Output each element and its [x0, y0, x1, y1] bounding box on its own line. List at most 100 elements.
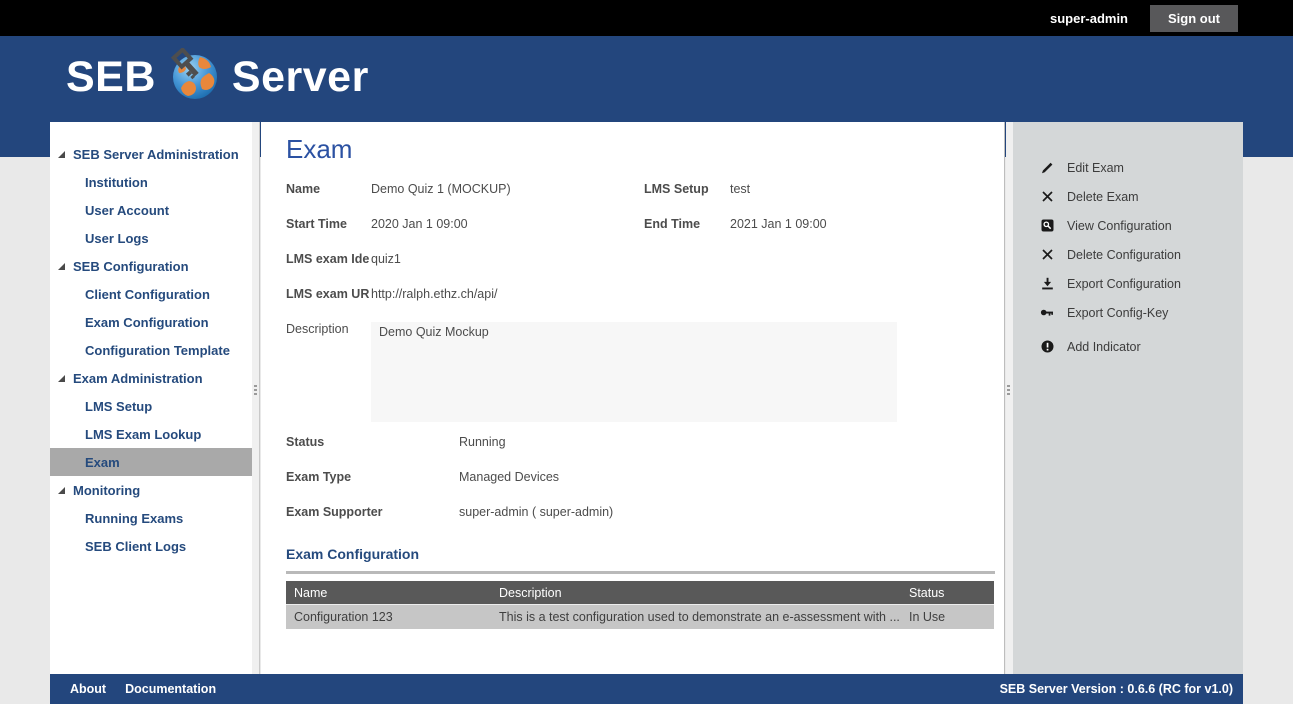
column-header-name: Name — [286, 581, 491, 605]
exam-type-label: Exam Type — [286, 470, 459, 485]
export-config-key-action[interactable]: Export Config-Key — [1013, 298, 1243, 327]
sidebar-item-monitoring[interactable]: Monitoring — [50, 476, 252, 504]
name-value: Demo Quiz 1 (MOCKUP) — [371, 182, 644, 197]
table-row[interactable]: Configuration 123 This is a test configu… — [286, 605, 994, 630]
sidebar-item-label: LMS Exam Lookup — [85, 427, 201, 442]
scrollbar-grip[interactable] — [1007, 385, 1010, 397]
about-link[interactable]: About — [70, 682, 106, 696]
exam-supporter-value: super-admin ( super-admin) — [459, 505, 989, 520]
sidebar-item-label: Exam — [85, 455, 120, 470]
add-indicator-action[interactable]: Add Indicator — [1013, 332, 1243, 361]
end-time-value: 2021 Jan 1 09:00 — [730, 217, 989, 232]
sidebar-item-label: Client Configuration — [85, 287, 210, 302]
brand-seb-text: SEB — [66, 53, 156, 102]
column-header-status: Status — [901, 581, 994, 605]
action-label: Delete Exam — [1067, 190, 1139, 204]
key-icon — [1040, 306, 1054, 320]
action-label: Add Indicator — [1067, 340, 1141, 354]
sidebar-item-label: SEB Configuration — [73, 259, 189, 274]
sidebar-resize-sash[interactable] — [252, 122, 260, 674]
sidebar-item-seb-configuration[interactable]: SEB Configuration — [50, 252, 252, 280]
table-header-row: Name Description Status — [286, 581, 994, 605]
lms-exam-identifier-label: LMS exam Ide — [286, 252, 371, 267]
sidebar-item-label: Exam Configuration — [85, 315, 209, 330]
column-header-description: Description — [491, 581, 901, 605]
documentation-link[interactable]: Documentation — [125, 682, 216, 696]
exam-detail-panel: Exam Name Demo Quiz 1 (MOCKUP) LMS Setup… — [261, 122, 1005, 674]
sidebar-item-seb-server-administration[interactable]: SEB Server Administration — [50, 140, 252, 168]
exam-supporter-label: Exam Supporter — [286, 505, 459, 520]
sidebar-item-lms-setup[interactable]: LMS Setup — [50, 392, 252, 420]
start-time-value: 2020 Jan 1 09:00 — [371, 217, 644, 232]
expand-icon[interactable] — [57, 486, 66, 495]
description-label: Description — [286, 322, 371, 422]
sidebar-item-label: Configuration Template — [85, 343, 230, 358]
action-label: Edit Exam — [1067, 161, 1124, 175]
field-row: Start Time 2020 Jan 1 09:00 End Time 202… — [286, 217, 989, 232]
sidebar-item-label: Institution — [85, 175, 148, 190]
pencil-icon — [1040, 161, 1054, 175]
edit-exam-action[interactable]: Edit Exam — [1013, 153, 1243, 182]
expand-icon[interactable] — [57, 262, 66, 271]
sidebar-item-label: SEB Server Administration — [73, 147, 239, 162]
status-label: Status — [286, 435, 459, 450]
exam-configuration-section-title: Exam Configuration — [286, 546, 989, 562]
sidebar-item-institution[interactable]: Institution — [50, 168, 252, 196]
sidebar-item-exam-administration[interactable]: Exam Administration — [50, 364, 252, 392]
field-row: LMS exam Ide quiz1 — [286, 252, 989, 267]
exclamation-icon — [1040, 340, 1054, 354]
lms-exam-identifier-value: quiz1 — [371, 252, 989, 267]
name-label: Name — [286, 182, 371, 197]
sidebar-item-user-logs[interactable]: User Logs — [50, 224, 252, 252]
export-configuration-action[interactable]: Export Configuration — [1013, 269, 1243, 298]
exam-type-value: Managed Devices — [459, 470, 989, 485]
sidebar-item-lms-exam-lookup[interactable]: LMS Exam Lookup — [50, 420, 252, 448]
sign-out-button[interactable]: Sign out — [1150, 5, 1238, 32]
view-configuration-icon — [1040, 219, 1054, 233]
sidebar-item-label: SEB Client Logs — [85, 539, 186, 554]
expand-icon[interactable] — [57, 374, 66, 383]
exam-configuration-table: Name Description Status Configuration 12… — [286, 581, 994, 629]
top-bar: super-admin Sign out — [0, 0, 1293, 36]
config-description-cell: This is a test configuration used to dem… — [491, 605, 901, 630]
action-label: View Configuration — [1067, 219, 1172, 233]
field-row: Exam Type Managed Devices — [286, 470, 989, 485]
sidebar-item-exam[interactable]: Exam — [50, 448, 252, 476]
sidebar-item-user-account[interactable]: User Account — [50, 196, 252, 224]
action-label: Export Config-Key — [1067, 306, 1168, 320]
action-label: Delete Configuration — [1067, 248, 1181, 262]
sidebar-item-label: Monitoring — [73, 483, 140, 498]
sidebar-item-label: User Logs — [85, 231, 149, 246]
view-configuration-action[interactable]: View Configuration — [1013, 211, 1243, 240]
sidebar-item-configuration-template[interactable]: Configuration Template — [50, 336, 252, 364]
delete-exam-action[interactable]: Delete Exam — [1013, 182, 1243, 211]
x-icon — [1040, 248, 1054, 262]
lms-exam-url-label: LMS exam UR — [286, 287, 371, 302]
sidebar-item-seb-client-logs[interactable]: SEB Client Logs — [50, 532, 252, 560]
section-divider — [286, 571, 995, 574]
logged-in-username: super-admin — [1050, 11, 1128, 26]
seb-server-app: super-admin Sign out SEB — [0, 0, 1293, 704]
action-panel: Edit Exam Delete Exam View Configuration… — [1013, 122, 1243, 674]
brand-server-text: Server — [232, 53, 369, 102]
sidebar-item-client-configuration[interactable]: Client Configuration — [50, 280, 252, 308]
sidebar-item-label: Running Exams — [85, 511, 183, 526]
lms-exam-url-value: http://ralph.ethz.ch/api/ — [371, 287, 989, 302]
content-scrollbar[interactable] — [1006, 122, 1013, 674]
status-value: Running — [459, 435, 989, 450]
field-row: Status Running — [286, 435, 989, 450]
lms-setup-label: LMS Setup — [644, 182, 730, 197]
expand-icon[interactable] — [57, 150, 66, 159]
brand-logo: SEB — [66, 48, 369, 107]
sidebar-item-exam-configuration[interactable]: Exam Configuration — [50, 308, 252, 336]
field-row: LMS exam UR http://ralph.ethz.ch/api/ — [286, 287, 989, 302]
sidebar-item-running-exams[interactable]: Running Exams — [50, 504, 252, 532]
sash-grip[interactable] — [254, 385, 257, 397]
lms-setup-value: test — [730, 182, 989, 197]
delete-configuration-action[interactable]: Delete Configuration — [1013, 240, 1243, 269]
server-version-text: SEB Server Version : 0.6.6 (RC for v1.0) — [1000, 682, 1233, 696]
action-label: Export Configuration — [1067, 277, 1181, 291]
download-icon — [1040, 277, 1054, 291]
start-time-label: Start Time — [286, 217, 371, 232]
end-time-label: End Time — [644, 217, 730, 232]
